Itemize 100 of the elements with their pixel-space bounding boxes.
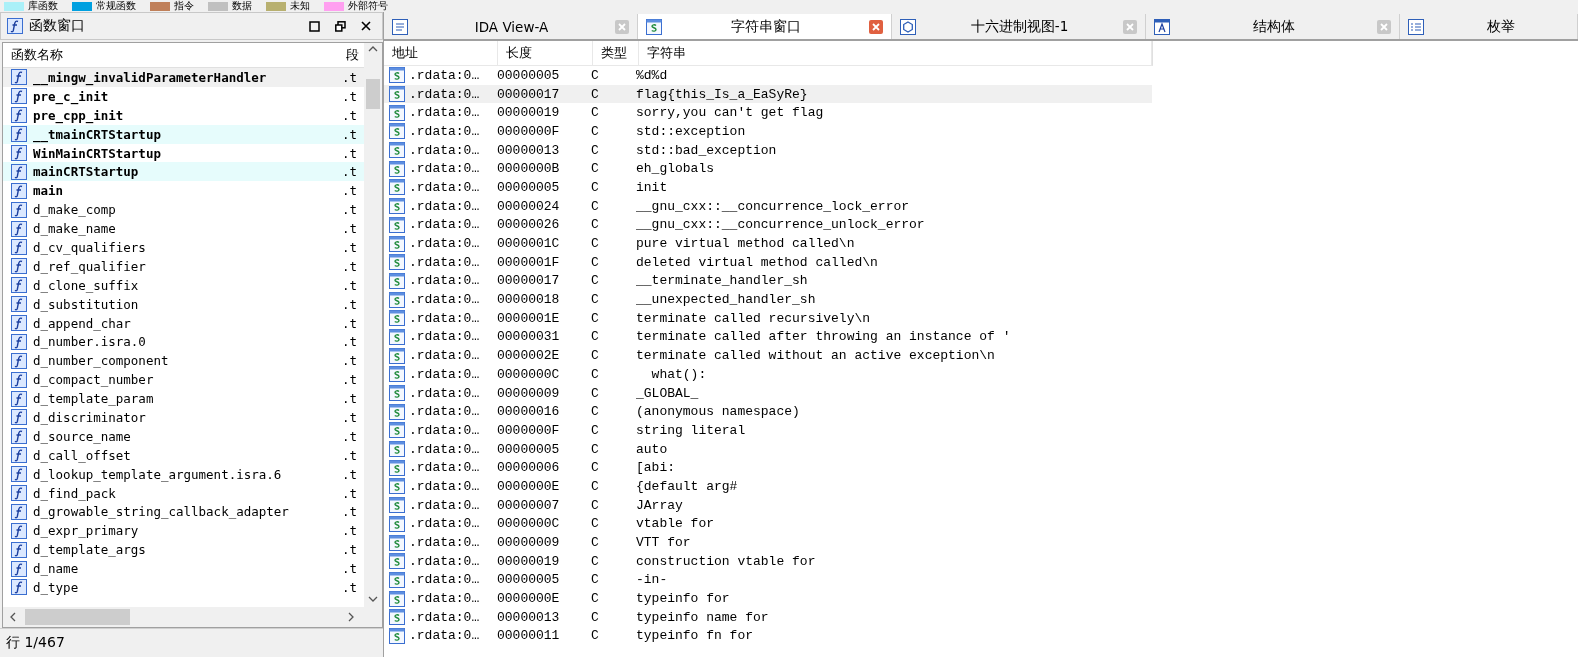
column-header[interactable]: 函数名称 [3,46,346,64]
function-row[interactable]: d_call_offset .t [3,445,364,465]
string-icon [389,534,405,551]
string-row[interactable]: .rdata:0… 00000019 C construction vtable for [384,551,1152,571]
string-icon [389,627,405,644]
function-row[interactable]: d_ref_qualifier .t [3,256,364,276]
function-icon [11,428,27,445]
legend-label: 指令 [174,0,194,12]
string-row[interactable]: .rdata:0… 00000024 C __gnu_cxx::__concurrence_lock_error [384,196,1152,216]
window-icon [900,18,916,35]
function-row[interactable]: WinMainCRTStartup .t [3,143,364,163]
string-icon [389,291,405,308]
function-icon [11,107,27,124]
string-icon [389,347,405,364]
string-row[interactable]: .rdata:0… 00000013 C std::bad_exception [384,140,1152,160]
string-row[interactable]: .rdata:0… 0000001E C terminate called recursively\n [384,308,1152,328]
vertical-scrollbar[interactable] [364,43,382,607]
function-row[interactable]: d_find_pack .t [3,483,364,503]
string-icon [389,385,405,402]
function-row[interactable]: d_template_param .t [3,389,364,409]
legend-label: 外部符号 [348,0,388,12]
string-row[interactable]: .rdata:0… 00000031 C terminate called after throwing an instance of ' [384,327,1152,347]
string-icon [389,310,405,327]
function-row[interactable]: d_lookup_template_argument.isra.6 .t [3,464,364,484]
string-icon [389,553,405,570]
function-icon [11,296,27,313]
close-tab-icon[interactable] [869,19,883,34]
string-row[interactable]: .rdata:0… 00000006 C [abi: [384,458,1152,478]
column-header[interactable]: 地址 [384,41,498,65]
string-row[interactable]: .rdata:0… 00000011 C typeinfo fn for [384,626,1152,646]
string-row[interactable]: .rdata:0… 00000007 C JArray [384,495,1152,515]
function-row[interactable]: d_growable_string_callback_adapter .t [3,502,364,522]
string-row[interactable]: .rdata:0… 00000013 C typeinfo name for [384,607,1152,627]
maximize-icon [308,20,320,32]
function-row[interactable]: d_number.isra.0 .t [3,332,364,352]
function-row[interactable]: main .t [3,181,364,201]
column-header[interactable]: 长度 [498,41,593,65]
function-row[interactable]: __tmainCRTStartup .t [3,124,364,144]
function-row[interactable]: d_expr_primary .t [3,521,364,541]
column-header[interactable]: 类型 [593,41,639,65]
string-row[interactable]: .rdata:0… 00000005 C auto [384,439,1152,459]
function-icon [11,541,27,558]
string-row[interactable]: .rdata:0… 00000005 C init [384,178,1152,197]
string-row[interactable]: .rdata:0… 00000005 C %d%d [384,66,1152,85]
function-row[interactable]: d_name .t [3,559,364,579]
string-row[interactable]: .rdata:0… 0000001F C deleted virtual method called\n [384,252,1152,272]
function-row[interactable]: d_clone_suffix .t [3,275,364,295]
function-row[interactable]: __mingw_invalidParameterHandler .t [3,68,364,87]
function-icon [11,409,27,426]
function-row[interactable]: d_type .t [3,578,364,597]
column-header[interactable]: 段 [346,46,364,64]
function-icon [11,333,27,350]
function-icon [11,126,27,143]
string-row[interactable]: .rdata:0… 00000017 C flag{this_Is_a_EaSyRe} [384,84,1152,104]
string-row[interactable]: .rdata:0… 0000000B C eh_globals [384,159,1152,179]
function-row[interactable]: d_compact_number .t [3,370,364,390]
horizontal-scrollbar[interactable] [3,607,382,627]
function-icon [11,390,27,407]
function-row[interactable]: d_append_char .t [3,313,364,333]
string-row[interactable]: .rdata:0… 0000000C C vtable for [384,514,1152,534]
string-row[interactable]: .rdata:0… 00000016 C (anonymous namespace) [384,402,1152,422]
function-row[interactable]: d_source_name .t [3,426,364,446]
scroll-thumb[interactable] [366,79,380,109]
string-icon [389,497,405,514]
string-row[interactable]: .rdata:0… 00000009 C _GLOBAL_ [384,383,1152,403]
string-row[interactable]: .rdata:0… 0000000C C what(): [384,365,1152,384]
function-row[interactable]: d_make_name .t [3,219,364,238]
string-row[interactable]: .rdata:0… 00000026 C __gnu_cxx::__concurrence_unlock_error [384,215,1152,235]
string-row[interactable]: .rdata:0… 0000000E C {default arg# [384,477,1152,496]
function-row[interactable]: d_make_comp .t [3,200,364,220]
string-row[interactable]: .rdata:0… 00000005 C -in- [384,570,1152,590]
status-text: 行 1/467 [0,628,383,657]
string-row[interactable]: .rdata:0… 00000017 C __terminate_handler_sh [384,271,1152,291]
function-icon [11,579,27,596]
function-row[interactable]: mainCRTStartup .t [3,162,364,182]
function-row[interactable]: d_discriminator .t [3,408,364,427]
function-row[interactable]: d_template_args .t [3,540,364,560]
column-header[interactable]: 字符串 [639,41,1152,65]
legend-label: 数据 [232,0,252,12]
string-row[interactable]: .rdata:0… 00000009 C VTT for [384,533,1152,552]
tab[interactable]: 字符串窗口 [638,14,892,39]
function-row[interactable]: d_substitution .t [3,294,364,314]
string-row[interactable]: .rdata:0… 00000018 C __unexpected_handler_sh [384,290,1152,309]
function-row[interactable]: pre_cpp_init .t [3,105,364,125]
string-row[interactable]: .rdata:0… 00000019 C sorry,you can't get flag [384,103,1152,123]
function-row[interactable]: d_number_component .t [3,351,364,371]
string-row[interactable]: .rdata:0… 0000000F C string literal [384,421,1152,440]
string-icon [389,571,405,588]
string-row[interactable]: .rdata:0… 0000000F C std::exception [384,122,1152,141]
function-row[interactable]: pre_c_init .t [3,86,364,106]
function-icon [11,258,27,275]
function-row[interactable]: d_cv_qualifiers .t [3,238,364,257]
string-row[interactable]: .rdata:0… 0000000E C typeinfo for [384,589,1152,608]
string-row[interactable]: .rdata:0… 0000001C C pure virtual method called\n [384,234,1152,253]
legend-label: 常规函数 [96,0,136,12]
string-icon [389,160,405,177]
string-icon [389,67,405,84]
string-icon [389,328,405,345]
scroll-thumb[interactable] [25,609,130,625]
string-row[interactable]: .rdata:0… 0000002E C terminate called without an active exception\n [384,346,1152,365]
